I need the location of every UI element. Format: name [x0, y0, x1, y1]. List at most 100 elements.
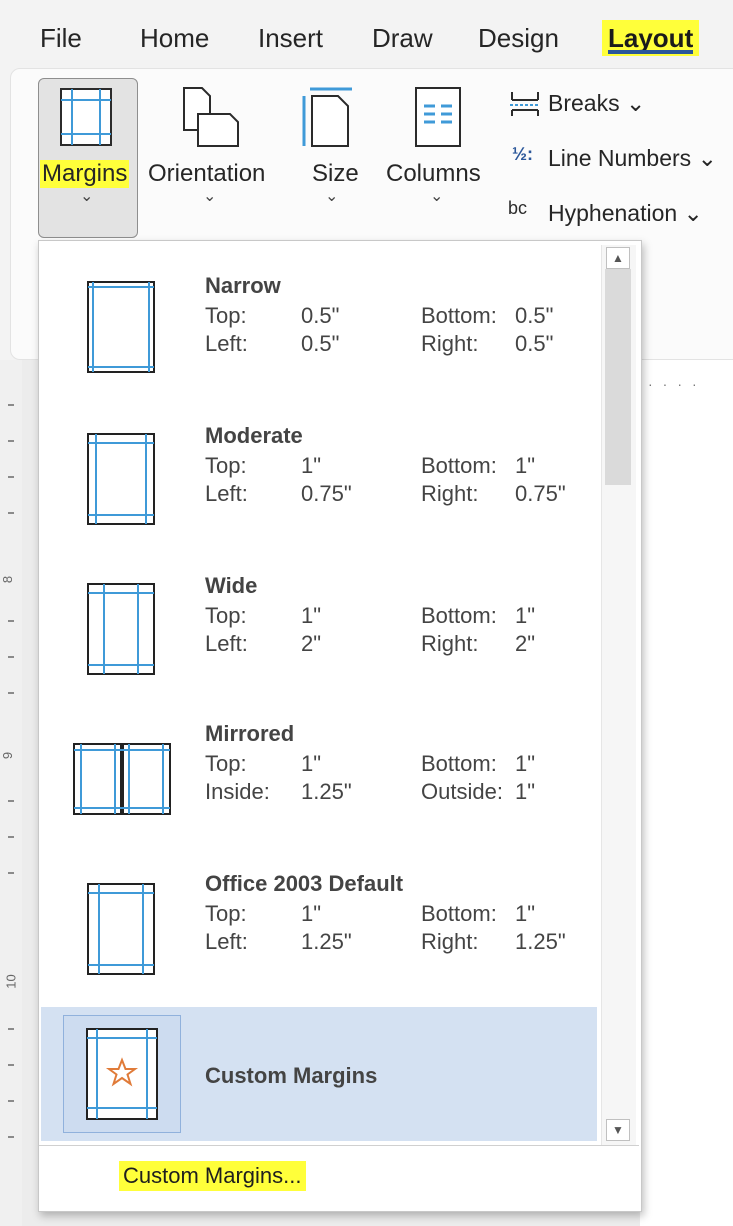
- custom-margins-icon-frame: [63, 1015, 181, 1133]
- hyphenation-button[interactable]: Hyphenation ⌄: [548, 200, 703, 227]
- preset-value: 1.25": [301, 929, 352, 954]
- dropdown-scrollbar[interactable]: ▲ ▼: [601, 245, 636, 1145]
- custom-margins-icon: [86, 1028, 158, 1120]
- preset-value: 0.5": [515, 331, 554, 356]
- preset-key: Left:: [205, 631, 248, 656]
- active-tab-underline: [608, 50, 694, 54]
- breaks-icon: [510, 92, 540, 116]
- preset-key: Top:: [205, 453, 247, 478]
- line-numbers-label: Line Numbers: [548, 145, 692, 171]
- ruler-number: 9: [0, 751, 16, 760]
- preset-name: Mirrored: [205, 721, 295, 746]
- preset-value: 1.25": [301, 779, 352, 804]
- preset-value: 1": [515, 453, 536, 478]
- preset-key: Inside:: [205, 779, 270, 804]
- preset-value: 1.25": [515, 929, 566, 954]
- preset-key: Bottom:: [421, 751, 497, 776]
- preset-key: Outside:: [421, 779, 503, 804]
- size-chevron-down-icon: ⌄: [325, 188, 339, 205]
- preset-key: Bottom:: [421, 453, 497, 478]
- wide-margins-icon: [87, 583, 155, 675]
- preset-value: 1": [301, 603, 322, 628]
- hyphenation-chevron-down-icon: ⌄: [683, 200, 703, 226]
- breaks-button[interactable]: Breaks ⌄: [548, 90, 645, 117]
- hyphenation-label: Hyphenation: [548, 200, 678, 226]
- preset-key: Left:: [205, 481, 248, 506]
- preset-key: Right:: [421, 331, 479, 356]
- preset-value: 0.5": [515, 303, 554, 328]
- orientation-label[interactable]: Orientation: [148, 160, 265, 188]
- preset-value: 0.5": [301, 303, 340, 328]
- narrow-margins-icon: [87, 281, 155, 373]
- horizontal-ruler: ····: [648, 376, 707, 392]
- preset-name: Wide: [205, 573, 258, 598]
- breaks-chevron-down-icon: ⌄: [625, 90, 646, 116]
- orientation-icon: [183, 87, 239, 147]
- line-numbers-chevron-down-icon: ⌄: [697, 145, 717, 171]
- tab-home[interactable]: Home: [140, 20, 209, 56]
- preset-key: Top:: [205, 303, 247, 328]
- preset-value: 0.5": [301, 331, 340, 356]
- preset-key: Left:: [205, 331, 248, 356]
- orientation-chevron-down-icon: ⌄: [203, 188, 217, 205]
- size-icon: [302, 87, 352, 147]
- preset-key: Top:: [205, 901, 247, 926]
- preset-value: 1": [515, 901, 536, 926]
- preset-key: Right:: [421, 631, 479, 656]
- preset-value: 0.75": [301, 481, 352, 506]
- preset-key: Right:: [421, 481, 479, 506]
- preset-key: Top:: [205, 603, 247, 628]
- tab-layout-label: Layout: [608, 23, 694, 53]
- line-numbers-button[interactable]: Line Numbers ⌄: [548, 145, 717, 172]
- ruler-number: 10: [3, 974, 19, 989]
- preset-value: 1": [515, 779, 536, 804]
- preset-value: 1": [301, 751, 322, 776]
- mirrored-margins-icon: [73, 743, 171, 815]
- preset-key: Bottom:: [421, 603, 497, 628]
- preset-value: 0.75": [515, 481, 566, 506]
- dropdown-divider: [39, 1145, 639, 1146]
- tab-insert[interactable]: Insert: [258, 20, 323, 56]
- margin-preset-mirrored[interactable]: Mirrored Top: 1" Bottom: 1" Inside: 1.25…: [39, 721, 599, 861]
- size-label[interactable]: Size: [312, 160, 359, 188]
- ruler-number: 8: [0, 575, 16, 584]
- preset-value: 2": [301, 631, 322, 656]
- line-numbers-icon: ½:: [512, 144, 534, 164]
- preset-key: Bottom:: [421, 901, 497, 926]
- hyphenation-icon: bc: [508, 198, 528, 218]
- scrollbar-thumb[interactable]: [605, 269, 631, 485]
- columns-chevron-down-icon: ⌄: [430, 188, 444, 205]
- margin-preset-office-2003-default[interactable]: Office 2003 Default Top: 1" Bottom: 1" L…: [39, 871, 599, 1001]
- margin-preset-moderate[interactable]: Moderate Top: 1" Bottom: 1" Left: 0.75" …: [39, 423, 599, 563]
- preset-key: Left:: [205, 929, 248, 954]
- custom-margins-label: Custom Margins: [205, 1063, 378, 1088]
- columns-label[interactable]: Columns: [386, 160, 481, 188]
- tab-file[interactable]: File: [40, 20, 82, 56]
- moderate-margins-icon: [87, 433, 155, 525]
- preset-key: Right:: [421, 929, 479, 954]
- preset-value: 1": [301, 453, 322, 478]
- vertical-ruler: 8 9 10: [0, 360, 22, 1226]
- tab-layout[interactable]: Layout: [602, 20, 700, 56]
- preset-value: 2": [515, 631, 536, 656]
- office-2003-margins-icon: [87, 883, 155, 975]
- scroll-up-icon[interactable]: ▲: [606, 247, 630, 269]
- tab-design[interactable]: Design: [478, 20, 559, 56]
- scroll-down-icon[interactable]: ▼: [606, 1119, 630, 1141]
- tab-draw[interactable]: Draw: [372, 20, 433, 56]
- document-page[interactable]: [640, 360, 733, 1226]
- breaks-label: Breaks: [548, 90, 620, 116]
- margin-preset-narrow[interactable]: Narrow Top: 0.5" Bottom: 0.5" Left: 0.5"…: [39, 273, 599, 413]
- columns-icon: [415, 87, 461, 147]
- margins-label: Margins: [40, 160, 130, 188]
- margin-preset-wide[interactable]: Wide Top: 1" Bottom: 1" Left: 2" Right: …: [39, 573, 599, 713]
- preset-name: Moderate: [205, 423, 303, 448]
- margin-preset-custom[interactable]: Custom Margins: [41, 1007, 597, 1141]
- preset-key: Bottom:: [421, 303, 497, 328]
- margins-icon: [60, 88, 112, 146]
- preset-name: Office 2003 Default: [205, 871, 404, 896]
- preset-name: Narrow: [205, 273, 281, 298]
- preset-value: 1": [515, 751, 536, 776]
- preset-value: 1": [515, 603, 536, 628]
- custom-margins-link[interactable]: Custom Margins...: [119, 1161, 306, 1191]
